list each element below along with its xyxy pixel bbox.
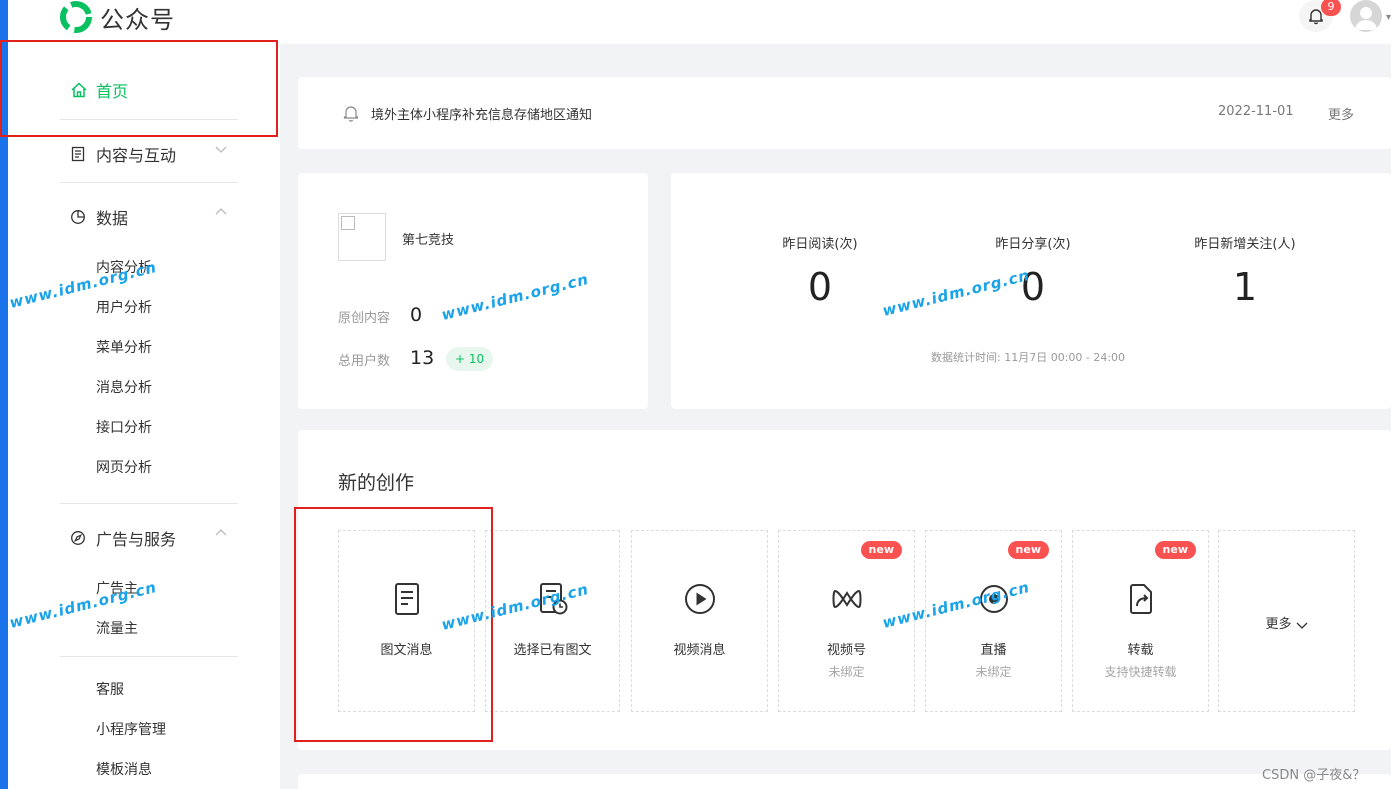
account-avatar[interactable] — [338, 213, 386, 261]
sidebar-group-data[interactable]: 数据 — [70, 205, 238, 229]
sidebar-divider — [60, 656, 238, 657]
metrics-time-note: 数据统计时间: 11月7日 00:00 - 24:00 — [931, 351, 1126, 364]
tile-sublabel: 未绑定 — [975, 665, 1012, 679]
live-button[interactable]: new 直播 未绑定 — [925, 530, 1062, 712]
csdn-credit: CSDN @子夜&？ — [1262, 768, 1366, 783]
metric-value-reads: 0 — [807, 265, 833, 309]
users-delta-badge: + 10 — [446, 347, 494, 371]
user-avatar[interactable] — [1350, 0, 1382, 32]
repost-button[interactable]: new 转载 支持快捷转载 — [1072, 530, 1209, 712]
app-name: 公众号 — [100, 5, 175, 34]
account-card: 第七竞技 原创内容 0 总用户数 13 + 10 — [298, 173, 648, 409]
notice-card: 境外主体小程序补充信息存储地区通知 2022-11-01 更多 — [298, 77, 1391, 149]
logo[interactable]: 公众号 — [58, 0, 175, 34]
wechat-mp-logo-icon — [60, 1, 92, 33]
metric-label-shares: 昨日分享(次) — [995, 237, 1071, 252]
metric-label-reads: 昨日阅读(次) — [782, 237, 858, 252]
tile-label: 直播 — [980, 643, 1007, 658]
more-label: 更多 — [1265, 617, 1292, 632]
sidebar-item-template-message[interactable]: 模板消息 — [96, 759, 152, 779]
bell-outline-icon — [343, 106, 359, 122]
original-content-label: 原创内容 — [338, 311, 391, 326]
metric-label-new-followers: 昨日新增关注(人) — [1194, 237, 1296, 252]
chevron-down-icon — [1296, 622, 1307, 629]
chevron-up-icon — [215, 529, 227, 536]
sidebar-item-publisher[interactable]: 流量主 — [96, 618, 138, 638]
account-menu-caret-icon[interactable]: ▾ — [1386, 12, 1391, 23]
sidebar-group-content[interactable]: 内容与互动 — [70, 142, 238, 166]
account-name: 第七竞技 — [402, 233, 455, 248]
sidebar-item-api-analysis[interactable]: 接口分析 — [96, 417, 152, 437]
more-creation-button[interactable]: 更多 — [1218, 530, 1355, 712]
notice-more-link[interactable]: 更多 — [1328, 104, 1354, 123]
sidebar: 首页 内容与互动 数据 内容分析 用户分析 菜单分析 消息分析 接口分析 网页分… — [8, 44, 280, 789]
sidebar-item-miniprogram[interactable]: 小程序管理 — [96, 719, 166, 739]
sidebar-item-message-analysis[interactable]: 消息分析 — [96, 377, 152, 397]
tile-sublabel: 支持快捷转载 — [1104, 665, 1177, 679]
chevron-up-icon — [215, 208, 227, 215]
total-users-label: 总用户数 — [338, 354, 391, 369]
sidebar-item-customer-service[interactable]: 客服 — [96, 679, 124, 699]
tile-label: 选择已有图文 — [513, 643, 592, 658]
metrics-card: 昨日阅读(次) 0 昨日分享(次) 0 昨日新增关注(人) 1 数据统计时间: … — [671, 173, 1391, 409]
sidebar-group-label: 数据 — [96, 209, 129, 228]
tile-label: 视频消息 — [673, 643, 726, 658]
select-existing-article-button[interactable]: 选择已有图文 — [485, 530, 620, 712]
notification-button[interactable]: 9 — [1299, 0, 1341, 32]
notice-title-link[interactable]: 境外主体小程序补充信息存储地区通知 — [371, 104, 592, 123]
top-bar: 公众号 9 ▾ — [0, 0, 1391, 44]
sidebar-group-label: 内容与互动 — [96, 146, 177, 165]
tile-sublabel: 未绑定 — [828, 665, 865, 679]
repost-icon — [1129, 584, 1152, 614]
sidebar-group-label: 广告与服务 — [96, 530, 177, 549]
create-video-message-button[interactable]: 视频消息 — [631, 530, 768, 712]
compass-icon — [71, 531, 85, 545]
notification-count-badge: 9 — [1321, 0, 1341, 16]
sidebar-item-user-analysis[interactable]: 用户分析 — [96, 297, 152, 317]
document-icon — [71, 146, 85, 162]
play-icon — [684, 584, 715, 614]
sidebar-item-menu-analysis[interactable]: 菜单分析 — [96, 337, 152, 357]
notice-date: 2022-11-01 — [1218, 104, 1294, 119]
new-badge: new — [860, 541, 902, 559]
highlight-box-home — [0, 40, 278, 137]
sidebar-item-web-analysis[interactable]: 网页分析 — [96, 457, 152, 477]
channels-icon — [832, 589, 861, 609]
original-content-value: 0 — [410, 304, 423, 326]
pie-chart-icon — [71, 210, 85, 224]
new-badge: new — [1154, 541, 1196, 559]
sidebar-divider — [60, 503, 238, 504]
sidebar-group-ads[interactable]: 广告与服务 — [70, 526, 238, 550]
new-badge: new — [1007, 541, 1049, 559]
more-label-wrap: 更多 — [1219, 613, 1354, 632]
broken-image-icon — [341, 216, 355, 230]
next-card — [298, 774, 1391, 789]
sidebar-divider — [60, 182, 238, 183]
tile-label: 视频号 — [826, 643, 866, 658]
chevron-down-icon — [215, 146, 227, 153]
section-title: 新的创作 — [338, 472, 415, 494]
user-icon — [1355, 7, 1377, 30]
tile-label: 转载 — [1127, 643, 1154, 658]
metric-value-new-followers: 1 — [1232, 265, 1258, 309]
total-users-value: 13 — [410, 347, 435, 369]
